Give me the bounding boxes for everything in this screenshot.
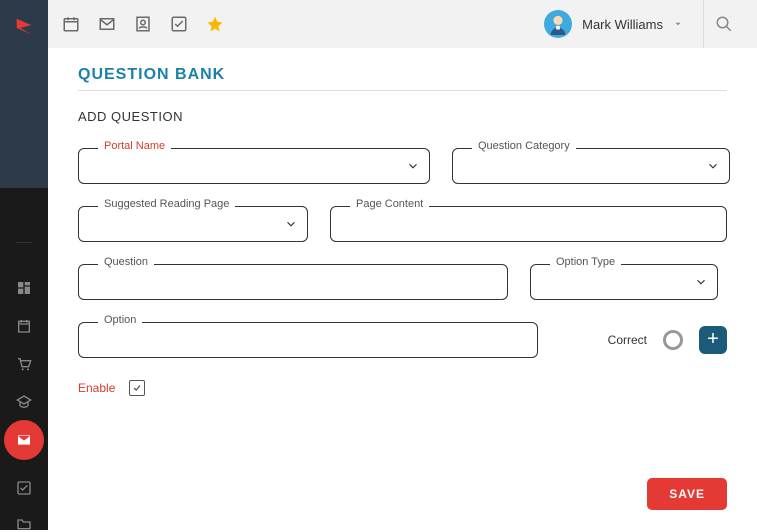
content-area: QUESTION BANK ADD QUESTION Portal Name Q… — [48, 48, 757, 530]
question-category-label: Question Category — [472, 140, 576, 152]
option-input[interactable] — [78, 322, 538, 358]
avatar[interactable] — [544, 10, 572, 38]
correct-label: Correct — [608, 333, 647, 347]
enable-label: Enable — [78, 381, 115, 395]
add-option-button[interactable]: + — [699, 326, 727, 354]
cart-icon[interactable] — [16, 356, 32, 372]
portal-name-field: Portal Name — [78, 148, 430, 184]
question-category-select[interactable] — [452, 148, 730, 184]
page-content-label: Page Content — [350, 198, 429, 210]
enable-checkbox[interactable] — [129, 380, 145, 396]
title-rule — [78, 90, 727, 91]
question-field: Question — [78, 264, 508, 300]
page-title: QUESTION BANK — [78, 66, 727, 84]
checkbox-list-icon[interactable] — [16, 480, 32, 496]
education-icon[interactable] — [16, 394, 32, 410]
correct-radio[interactable] — [663, 330, 683, 350]
question-label: Question — [98, 256, 154, 268]
mail-icon — [16, 432, 32, 448]
option-type-label: Option Type — [550, 256, 621, 268]
option-label: Option — [98, 314, 142, 326]
option-type-select[interactable] — [530, 264, 718, 300]
question-category-field: Question Category — [452, 148, 730, 184]
search-button[interactable] — [703, 0, 743, 48]
topbar: Mark Williams — [48, 0, 757, 48]
user-caret-icon[interactable] — [673, 19, 683, 29]
portal-name-select[interactable] — [78, 148, 430, 184]
contact-icon[interactable] — [134, 15, 152, 33]
save-button[interactable]: SAVE — [647, 478, 727, 510]
page-subtitle: ADD QUESTION — [78, 109, 727, 124]
calendar-icon[interactable] — [16, 318, 32, 334]
option-type-field: Option Type — [530, 264, 718, 300]
suggested-reading-field: Suggested Reading Page — [78, 206, 308, 242]
page-content-field: Page Content — [330, 206, 727, 242]
calendar-top-icon[interactable] — [62, 15, 80, 33]
sidebar — [0, 0, 48, 530]
suggested-reading-select[interactable] — [78, 206, 308, 242]
sidebar-header — [0, 0, 48, 188]
sidebar-separator — [16, 242, 32, 243]
task-icon[interactable] — [170, 15, 188, 33]
mail-top-icon[interactable] — [98, 15, 116, 33]
suggested-reading-label: Suggested Reading Page — [98, 198, 235, 210]
portal-name-label: Portal Name — [98, 140, 171, 152]
sidebar-mail-active[interactable] — [4, 420, 44, 460]
option-field: Option — [78, 322, 538, 358]
check-icon — [132, 383, 142, 393]
page-content-input[interactable] — [330, 206, 727, 242]
search-icon — [715, 15, 733, 33]
star-icon[interactable] — [206, 15, 224, 33]
user-name[interactable]: Mark Williams — [582, 17, 663, 32]
question-input[interactable] — [78, 264, 508, 300]
dashboard-icon[interactable] — [16, 280, 32, 296]
app-logo — [13, 16, 35, 38]
